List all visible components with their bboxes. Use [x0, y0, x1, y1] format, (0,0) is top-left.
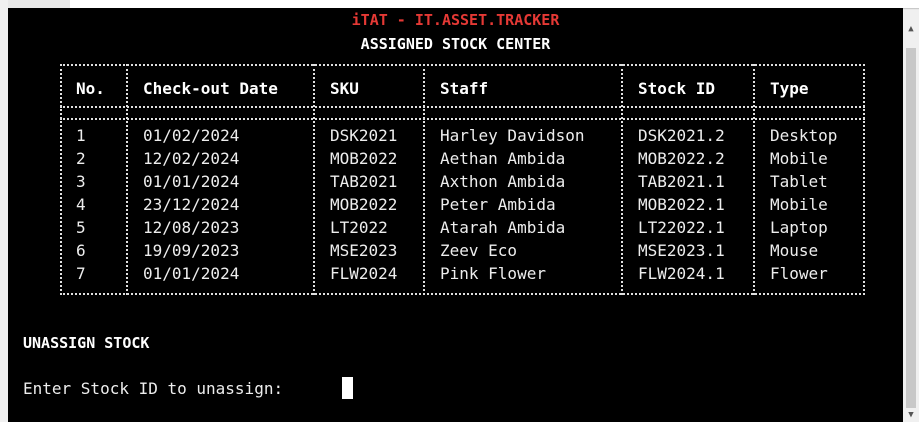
table-cell-checkout-date: 19/09/2023: [143, 241, 240, 260]
table-bottom-border: [60, 293, 865, 295]
table-column-border: [621, 64, 623, 295]
table-cell-staff: Zeev Eco: [440, 241, 518, 260]
page-title: ASSIGNED STOCK CENTER: [360, 35, 551, 53]
terminal-window[interactable]: iTAT - IT.ASSET.TRACKER ASSIGNED STOCK C…: [8, 8, 903, 422]
table-body-top-border: [60, 118, 865, 120]
table-cell-staff: Peter Ambida: [440, 195, 556, 214]
table-header-separator: [60, 106, 865, 108]
table-cell-checkout-date: 12/08/2023: [143, 218, 240, 237]
table-cell-no: 6: [76, 241, 86, 260]
stock-id-prompt: Enter Stock ID to unassign:: [23, 379, 284, 398]
stock-id-input-cursor[interactable]: [342, 377, 353, 399]
table-cell-checkout-date: 01/02/2024: [143, 126, 240, 145]
table-cell-stock-id: MOB2022.1: [638, 195, 725, 214]
table-cell-sku: LT2022: [330, 218, 388, 237]
table-column-border: [753, 64, 755, 295]
table-cell-sku: DSK2021: [330, 126, 398, 145]
table-cell-stock-id: TAB2021.1: [638, 172, 725, 191]
table-cell-checkout-date: 01/01/2024: [143, 172, 240, 191]
scroll-down-icon[interactable]: ▼: [905, 408, 917, 422]
table-cell-no: 5: [76, 218, 86, 237]
table-top-border: [60, 64, 865, 66]
scrollbar-thumb[interactable]: [906, 48, 916, 408]
table-column-border: [126, 64, 128, 295]
table-cell-checkout-date: 23/12/2024: [143, 195, 240, 214]
table-cell-sku: FLW2024: [330, 264, 398, 283]
table-cell-no: 1: [76, 126, 86, 145]
table-column-border: [423, 64, 425, 295]
table-cell-sku: TAB2021: [330, 172, 398, 191]
table-column-border: [863, 64, 865, 295]
table-column-border: [60, 64, 62, 295]
column-header-checkout-date: Check-out Date: [143, 79, 278, 98]
table-cell-sku: MOB2022: [330, 195, 398, 214]
table-cell-stock-id: FLW2024.1: [638, 264, 725, 283]
table-cell-type: Tablet: [770, 172, 828, 191]
table-cell-checkout-date: 12/02/2024: [143, 149, 240, 168]
scroll-up-icon[interactable]: ▲: [905, 22, 917, 36]
window-left-edge: [0, 0, 8, 422]
vertical-scrollbar[interactable]: ▲ ▼: [903, 10, 919, 422]
table-cell-type: Desktop: [770, 126, 838, 145]
unassign-section-title: UNASSIGN STOCK: [23, 334, 150, 352]
column-header-no: No.: [76, 79, 105, 98]
table-cell-staff: Aethan Ambida: [440, 149, 566, 168]
table-cell-no: 2: [76, 149, 86, 168]
table-cell-staff: Harley Davidson: [440, 126, 585, 145]
table-cell-no: 3: [76, 172, 86, 191]
column-header-type: Type: [770, 79, 809, 98]
table-cell-type: Mouse: [770, 241, 819, 260]
table-cell-type: Laptop: [770, 218, 828, 237]
table-cell-stock-id: DSK2021.2: [638, 126, 725, 145]
column-header-staff: Staff: [440, 79, 489, 98]
assigned-stock-table: No. Check-out Date SKU Staff Stock ID Type 1 01…: [60, 64, 865, 296]
table-cell-type: Mobile: [770, 149, 828, 168]
table-cell-checkout-date: 01/01/2024: [143, 264, 240, 283]
table-cell-stock-id: MOB2022.2: [638, 149, 725, 168]
table-cell-staff: Pink Flower: [440, 264, 546, 283]
table-cell-no: 7: [76, 264, 86, 283]
table-cell-type: Flower: [770, 264, 828, 283]
table-column-border: [313, 64, 315, 295]
table-cell-stock-id: MSE2023.1: [638, 241, 725, 260]
table-cell-no: 4: [76, 195, 86, 214]
table-cell-staff: Axthon Ambida: [440, 172, 566, 191]
column-header-sku: SKU: [330, 79, 359, 98]
table-cell-sku: MOB2022: [330, 149, 398, 168]
app-title: iTAT - IT.ASSET.TRACKER: [351, 11, 560, 29]
table-cell-staff: Atarah Ambida: [440, 218, 566, 237]
table-cell-type: Mobile: [770, 195, 828, 214]
column-header-stock-id: Stock ID: [638, 79, 716, 98]
table-cell-sku: MSE2023: [330, 241, 398, 260]
table-cell-stock-id: LT22022.1: [638, 218, 725, 237]
